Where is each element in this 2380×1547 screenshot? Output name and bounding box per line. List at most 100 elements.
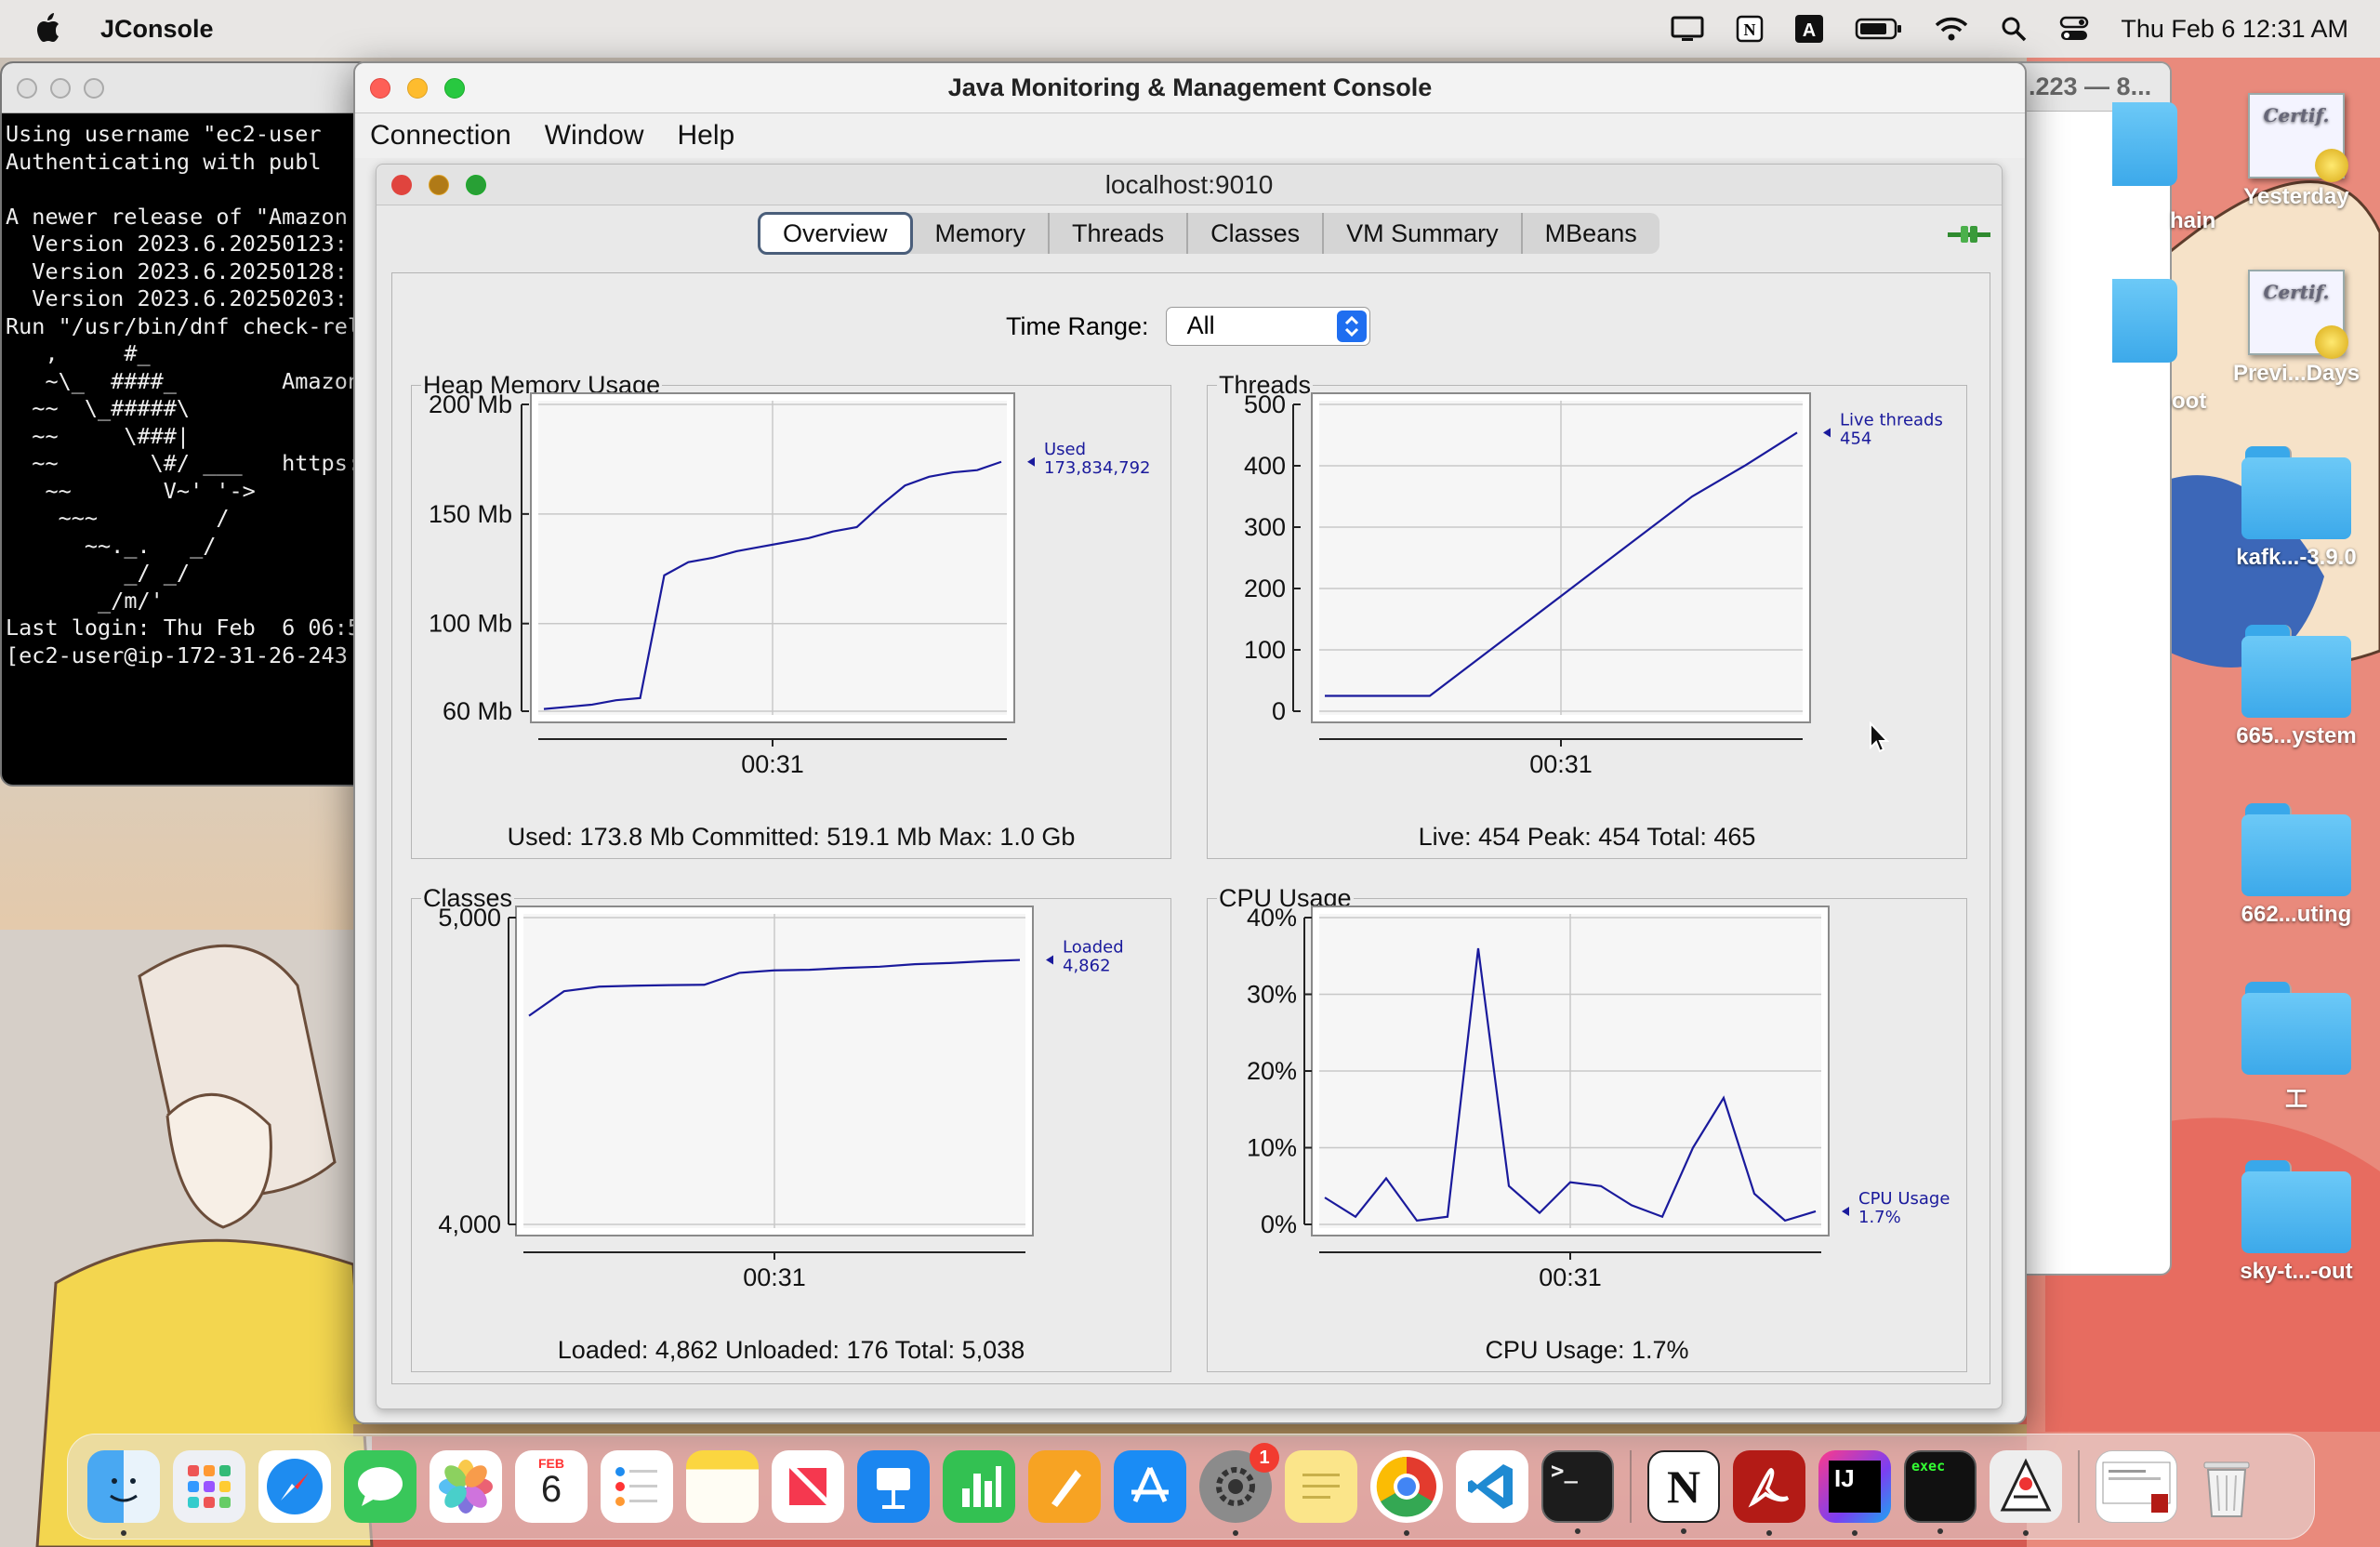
vscode-icon[interactable] [1456, 1450, 1528, 1523]
notion-menubar-icon[interactable]: N [1736, 15, 1764, 43]
y-tick-label: 300 [1244, 513, 1286, 541]
tab-memory[interactable]: Memory [913, 213, 1051, 254]
connection-titlebar[interactable]: localhost:9010 [377, 165, 2002, 205]
window-titlebar[interactable]: Java Monitoring & Management Console [355, 63, 2025, 113]
connection-status-icon[interactable] [1948, 224, 1990, 245]
chrome-icon[interactable] [1370, 1450, 1443, 1536]
stickies-icon[interactable] [1285, 1450, 1357, 1523]
y-tick-label: 100 Mb [429, 610, 512, 638]
x-tick-label: 00:31 [1539, 1263, 1602, 1291]
acrobat-icon[interactable] [1733, 1450, 1805, 1536]
desktop-folder-sky[interactable]: sky-t...-out [2231, 1160, 2361, 1285]
dock-separator [1630, 1450, 1632, 1523]
text-input-icon[interactable]: A [1795, 15, 1824, 43]
system-settings-icon[interactable]: 1 [1199, 1443, 1279, 1536]
photos-icon[interactable] [430, 1450, 502, 1523]
messages-icon[interactable] [344, 1450, 416, 1523]
document-icon[interactable] [2096, 1450, 2177, 1523]
partial-folder-icon[interactable] [2112, 102, 2177, 186]
dock-separator [2078, 1450, 2080, 1523]
app-menu-bar: Connection Window Help [355, 113, 2025, 158]
safari-icon[interactable] [258, 1450, 331, 1523]
menu-connection[interactable]: Connection [370, 120, 511, 152]
x-tick-label: 00:31 [741, 750, 804, 778]
terminal-output[interactable]: Using username "ec2-user Authenticating … [2, 113, 370, 677]
notes-icon[interactable] [686, 1450, 759, 1523]
time-range-select[interactable]: All [1165, 307, 1370, 346]
battery-icon[interactable] [1855, 17, 1903, 41]
terminal-titlebar[interactable] [2, 63, 370, 113]
heap-memory-chart: 200 Mb 150 Mb 100 Mb 60 Mb 00:31 Used173,834,… [429, 390, 1151, 778]
desktop-folder-kafka[interactable]: kafk...-3.9.0 [2231, 446, 2361, 571]
minimize-button[interactable] [429, 175, 449, 195]
notion-icon[interactable]: N [1647, 1450, 1720, 1534]
y-tick-label: 500 [1244, 390, 1286, 418]
zoom-button[interactable] [466, 175, 486, 195]
connection-title: localhost:9010 [1104, 169, 1274, 199]
calendar-icon[interactable]: FEB 6 [515, 1450, 588, 1523]
series-name-label: Live threads [1840, 410, 1943, 430]
folder-icon [2241, 446, 2351, 539]
menu-help[interactable]: Help [677, 120, 734, 152]
series-name-label: Used [1044, 440, 1086, 459]
minimize-button[interactable] [407, 77, 428, 99]
connection-frame[interactable]: localhost:9010 Overview Memory Threads C… [376, 164, 2003, 1409]
terminal-window[interactable]: Using username "ec2-user Authenticating … [0, 61, 372, 787]
tab-mbeans[interactable]: MBeans [1523, 213, 1659, 254]
trash-icon[interactable] [2190, 1450, 2263, 1523]
tab-vm-summary[interactable]: VM Summary [1324, 213, 1523, 254]
apple-menu-icon[interactable] [33, 11, 65, 46]
notification-badge: 1 [1250, 1443, 1279, 1473]
search-icon[interactable] [2000, 15, 2028, 43]
minimize-button[interactable] [50, 77, 71, 99]
news-icon[interactable] [772, 1450, 844, 1523]
series-name-label: CPU Usage [1858, 1189, 1950, 1209]
y-tick-label: 4,000 [438, 1210, 501, 1238]
control-center-icon[interactable] [2059, 15, 2089, 43]
desktop-icon-previous-days[interactable]: Certif. Previ...Days [2231, 270, 2361, 387]
jconsole-icon[interactable] [1990, 1450, 2062, 1536]
numbers-icon[interactable] [943, 1450, 1015, 1523]
finder-icon[interactable] [87, 1450, 160, 1536]
y-tick-label: 60 Mb [443, 697, 512, 725]
tab-threads[interactable]: Threads [1050, 213, 1189, 254]
desktop-partial-label[interactable]: hain [2170, 208, 2215, 234]
cpu-summary: CPU Usage: 1.7% [1485, 1336, 1689, 1364]
desktop-partial-label[interactable]: oot [2172, 389, 2206, 415]
date-time[interactable]: Thu Feb 6 12:31 AM [2121, 15, 2348, 44]
tab-classes[interactable]: Classes [1188, 213, 1325, 254]
launchpad-icon[interactable] [173, 1450, 245, 1523]
desktop-folder-665[interactable]: 665...ystem [2231, 625, 2361, 749]
y-tick-label: 20% [1247, 1057, 1297, 1085]
y-tick-label: 30% [1247, 981, 1297, 1009]
close-button[interactable] [370, 77, 390, 99]
terminal-icon[interactable]: >_ [1541, 1450, 1614, 1534]
zoom-button[interactable] [444, 77, 465, 99]
certificate-icon: Certif. [2248, 270, 2348, 359]
mouse-cursor-icon [1870, 721, 1889, 753]
x-tick-label: 00:31 [743, 1263, 806, 1291]
zoom-button[interactable] [84, 77, 104, 99]
close-button[interactable] [391, 175, 412, 195]
exec-terminal-icon[interactable]: exec [1904, 1450, 1977, 1534]
tab-overview[interactable]: Overview [758, 212, 913, 255]
desktop-folder-work[interactable]: 工 [2231, 982, 2361, 1113]
active-app-name[interactable]: JConsole [100, 15, 214, 44]
y-tick-label: 400 [1244, 452, 1286, 480]
y-tick-label: 5,000 [438, 904, 501, 932]
intellij-icon[interactable]: IJ [1818, 1450, 1891, 1536]
heap-summary: Used: 173.8 Mb Committed: 519.1 Mb Max: … [507, 823, 1076, 851]
wifi-icon[interactable] [1935, 16, 1968, 42]
reminders-icon[interactable] [601, 1450, 673, 1523]
partial-folder-icon[interactable] [2112, 279, 2177, 363]
jconsole-window[interactable]: Java Monitoring & Management Console Con… [353, 61, 2027, 1424]
desktop-icon-yesterday[interactable]: Certif. Yesterday [2231, 93, 2361, 210]
keynote-icon[interactable] [857, 1450, 930, 1523]
display-icon[interactable] [1671, 15, 1704, 43]
app-store-icon[interactable] [1114, 1450, 1186, 1523]
y-tick-label: 200 Mb [429, 390, 512, 418]
close-button[interactable] [17, 77, 37, 99]
pages-icon[interactable] [1028, 1450, 1101, 1523]
desktop-folder-662[interactable]: 662...uting [2231, 803, 2361, 928]
menu-window[interactable]: Window [545, 120, 644, 152]
